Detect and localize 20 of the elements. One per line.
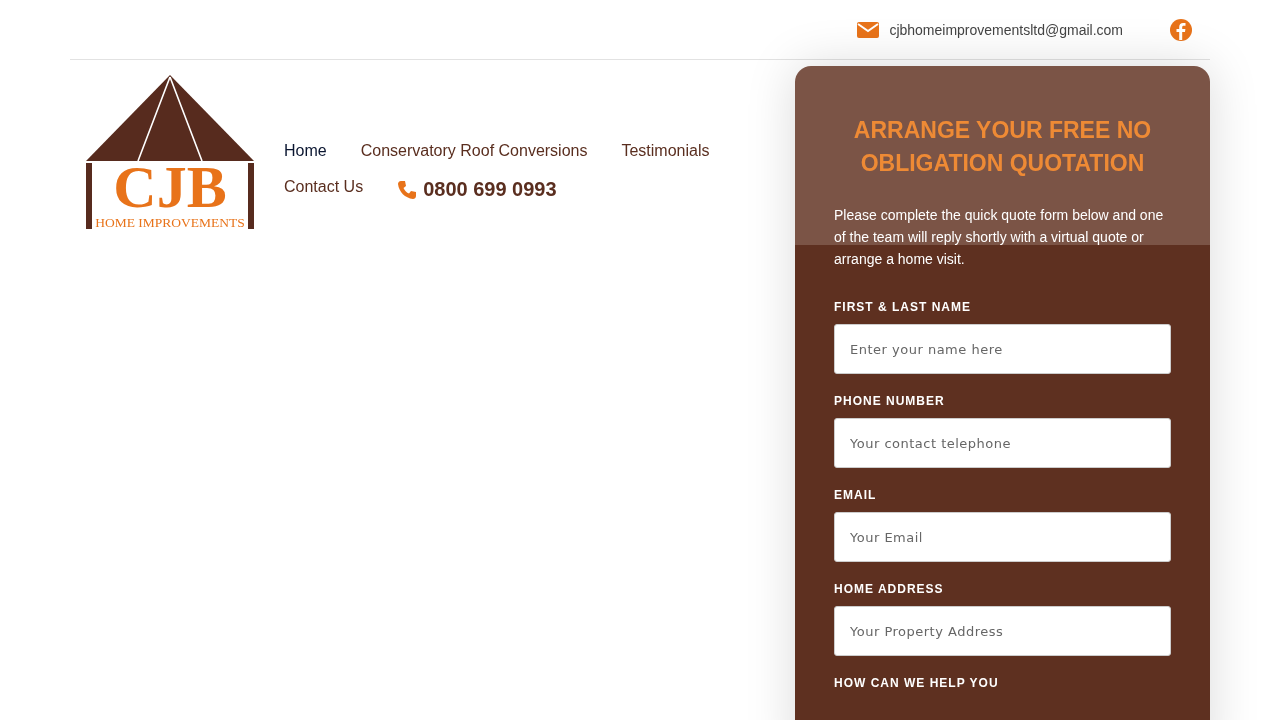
email-address[interactable]: cjbhomeimprovementsltd@gmail.com xyxy=(889,21,1123,38)
nav-link[interactable]: Home xyxy=(284,142,327,160)
input-field[interactable]: Your contact telephone xyxy=(834,418,1171,468)
form-intro: Please complete the quick quote form below and one of the team will reply shortly with a virtual quote or arrange a home visit. xyxy=(834,206,1165,269)
nav-link[interactable]: Testimonials xyxy=(621,142,710,160)
phone-icon xyxy=(397,179,418,200)
field-label: PHONE NUMBER xyxy=(834,394,946,408)
field-label: HOME ADDRESS xyxy=(834,582,945,596)
nav-link[interactable]: Contact Us xyxy=(284,178,364,201)
facebook-icon[interactable] xyxy=(1169,17,1193,42)
email-icon xyxy=(857,21,880,38)
input-field[interactable]: Enter your name here xyxy=(834,324,1171,374)
field-label: FIRST & LAST NAME xyxy=(834,300,972,314)
field-label: HOW CAN WE HELP YOU xyxy=(834,676,1000,690)
phone-number[interactable]: 0800 699 0993 xyxy=(423,178,557,201)
input-field[interactable]: Your Property Address xyxy=(834,606,1171,656)
field-label: EMAIL xyxy=(834,488,878,502)
nav-link[interactable]: Conservatory Roof Conversions xyxy=(360,142,588,160)
input-field[interactable]: Your Email xyxy=(834,512,1171,562)
form-title: ARRANGE YOUR FREE NO OBLIGATION QUOTATION xyxy=(852,116,1153,178)
